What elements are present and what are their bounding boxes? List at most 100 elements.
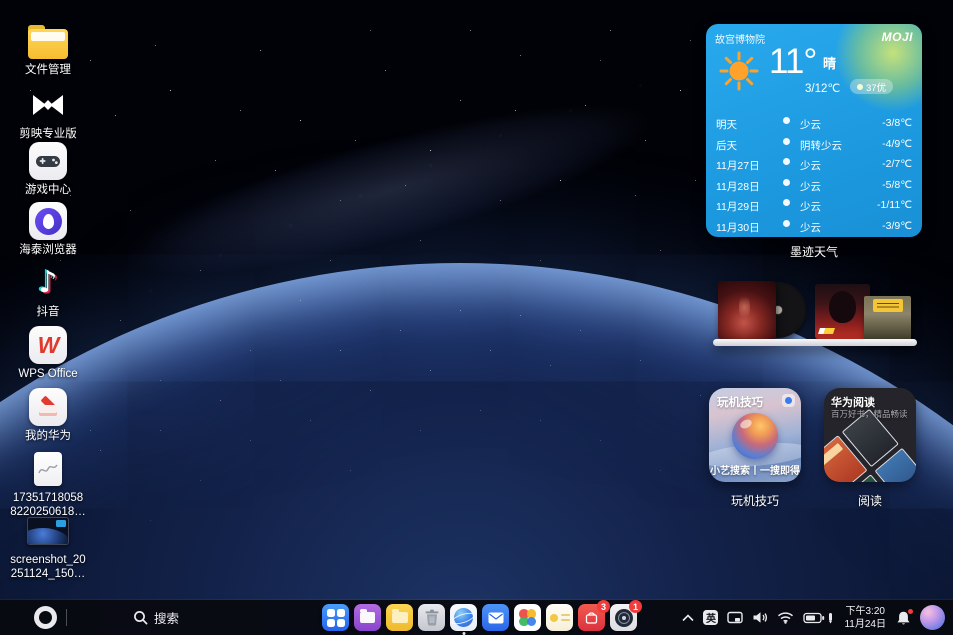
battery-group[interactable] bbox=[803, 612, 834, 624]
forecast-condition: 少云 bbox=[800, 179, 821, 194]
aqi-value: 37优 bbox=[866, 80, 886, 94]
folder-icon bbox=[28, 22, 68, 60]
icon-label: WPS Office bbox=[18, 368, 77, 382]
icon-label: 文件管理 bbox=[25, 64, 71, 78]
dock-browser-icon[interactable] bbox=[450, 604, 477, 631]
star-field bbox=[0, 0, 1, 1]
desktop-icon-game-center[interactable]: 游戏中心 bbox=[9, 142, 87, 198]
huawei-box-icon bbox=[29, 388, 67, 426]
tips-title: 玩机技巧 bbox=[717, 394, 763, 410]
forecast-temps: -3/8℃ bbox=[882, 117, 912, 129]
dock-app-gallery-icon[interactable]: 3 bbox=[578, 604, 605, 631]
stylus-icon bbox=[827, 612, 834, 624]
forecast-day: 明天 bbox=[716, 117, 778, 132]
forecast-row: 11月30日 少云 -3/9℃ bbox=[706, 216, 922, 237]
icon-label: 抖音 bbox=[37, 306, 60, 320]
forecast-condition: 少云 bbox=[800, 158, 821, 173]
search-button[interactable]: 搜索 bbox=[133, 600, 179, 635]
forecast-day: 11月30日 bbox=[716, 220, 778, 235]
forecast-temps: -4/9℃ bbox=[882, 138, 912, 150]
tips-widget[interactable]: 玩机技巧 小艺搜索丨一搜即得 bbox=[709, 388, 801, 482]
dock-email-icon[interactable] bbox=[482, 604, 509, 631]
weather-location: 故宫博物院 bbox=[715, 31, 765, 46]
weather-widget[interactable]: 故宫博物院 MOJI 11° 晴 3/12℃ 37优 明天 少云 -3/8℃ 后… bbox=[706, 24, 922, 237]
reading-app-label: 阅读 bbox=[824, 492, 916, 509]
taskbar: 搜索 3 1 英 bbox=[0, 600, 953, 635]
forecast-temps: -5/8℃ bbox=[882, 179, 912, 191]
forecast-row: 后天 阴转少云 -4/9℃ bbox=[706, 134, 922, 155]
dock-emblem-app-icon[interactable]: 1 bbox=[610, 604, 637, 631]
forecast-day: 11月27日 bbox=[716, 158, 778, 173]
tray-expand-chevron-icon[interactable] bbox=[682, 614, 694, 622]
reading-widget[interactable]: 华为阅读 百万好书，精品畅读 bbox=[824, 388, 916, 482]
forecast-day: 11月28日 bbox=[716, 179, 778, 194]
desktop-icon-my-huawei[interactable]: 我的华为 bbox=[9, 388, 87, 444]
input-method-indicator[interactable]: 英 bbox=[703, 610, 718, 625]
forecast-row: 11月29日 少云 -1/11℃ bbox=[706, 195, 922, 216]
temperature-range: 3/12℃ bbox=[805, 81, 840, 95]
desktop-icon-capcut[interactable]: 剪映专业版 bbox=[9, 86, 87, 142]
douyin-note-icon: ♪ bbox=[38, 264, 57, 302]
celia-sphere-icon bbox=[732, 413, 778, 459]
current-condition: 晴 bbox=[823, 53, 836, 72]
tips-app-label: 玩机技巧 bbox=[709, 492, 801, 509]
screen-share-icon[interactable] bbox=[727, 611, 743, 624]
desktop-icon-data-file[interactable]: 17351718058 8220250618… bbox=[9, 450, 87, 520]
notifications-button[interactable] bbox=[896, 610, 911, 626]
tips-corner-icon bbox=[782, 394, 795, 407]
star-field-bright bbox=[0, 0, 1, 1]
album-cover-portrait bbox=[815, 284, 870, 339]
dock-recycle-bin-icon[interactable] bbox=[418, 604, 445, 631]
desktop-icon-file-manager[interactable]: 文件管理 bbox=[9, 22, 87, 78]
desktop-icon-wps-office[interactable]: W WPS Office bbox=[9, 326, 87, 382]
icon-label: 游戏中心 bbox=[25, 184, 71, 198]
clock[interactable]: 下午3:20 11月24日 bbox=[844, 605, 886, 631]
notification-dot bbox=[908, 609, 913, 614]
forecast-row: 11月28日 少云 -5/8℃ bbox=[706, 175, 922, 196]
dock-notes-icon[interactable] bbox=[546, 604, 573, 631]
date-text: 11月24日 bbox=[844, 618, 886, 631]
current-temperature: 11° bbox=[769, 44, 816, 79]
search-label: 搜索 bbox=[154, 608, 179, 627]
notification-badge: 3 bbox=[597, 600, 610, 613]
launcher-button[interactable] bbox=[34, 606, 57, 629]
desktop-icon-douyin[interactable]: ♪ 抖音 bbox=[9, 264, 87, 320]
desktop-icon-screenshot[interactable]: screenshot_20 251124_150… bbox=[9, 512, 87, 582]
forecast-day: 11月29日 bbox=[716, 199, 778, 214]
wifi-icon[interactable] bbox=[777, 611, 794, 624]
dock-app-market-icon[interactable] bbox=[322, 604, 349, 631]
icon-label: 剪映专业版 bbox=[19, 128, 77, 142]
forecast-row: 明天 少云 -3/8℃ bbox=[706, 113, 922, 134]
forecast-condition: 少云 bbox=[800, 220, 821, 235]
music-widget[interactable] bbox=[710, 268, 920, 352]
system-tray: 英 下午3:20 11月24日 bbox=[682, 600, 945, 635]
dock-gallery-icon[interactable] bbox=[514, 604, 541, 631]
dock-file-manager-icon[interactable] bbox=[386, 604, 413, 631]
notification-badge: 1 bbox=[629, 600, 642, 613]
aqi-badge: 37优 bbox=[850, 79, 893, 94]
forecast-row: 11月27日 少云 -2/7℃ bbox=[706, 154, 922, 175]
forecast-condition: 阴转少云 bbox=[800, 138, 842, 153]
icon-label: screenshot_20 251124_150… bbox=[10, 554, 85, 582]
forecast-temps: -3/9℃ bbox=[882, 220, 912, 232]
aqi-dot-icon bbox=[857, 84, 863, 90]
volume-icon[interactable] bbox=[752, 611, 768, 624]
dock-window-manager-icon[interactable] bbox=[354, 604, 381, 631]
reading-subtitle: 百万好书，精品畅读 bbox=[831, 408, 908, 420]
taskbar-divider bbox=[66, 609, 67, 626]
forecast-condition: 少云 bbox=[800, 117, 821, 132]
browser-logo-icon bbox=[29, 202, 67, 240]
battery-icon bbox=[803, 612, 825, 624]
assistant-sphere-button[interactable] bbox=[920, 605, 945, 630]
desktop-icon-haitai-browser[interactable]: 海泰浏览器 bbox=[9, 202, 87, 258]
moji-logo: MOJI bbox=[882, 30, 913, 44]
screenshot-thumbnail bbox=[27, 512, 69, 550]
forecast-condition: 少云 bbox=[800, 199, 821, 214]
album-cover-classical bbox=[864, 296, 911, 343]
sun-icon bbox=[719, 51, 759, 96]
search-icon bbox=[133, 610, 148, 625]
document-icon bbox=[34, 450, 62, 488]
capcut-icon bbox=[31, 86, 65, 124]
desktop: 文件管理 剪映专业版 游戏中心 海泰浏览器 ♪ 抖音 W WPS Office … bbox=[0, 0, 953, 635]
earth-sparkles bbox=[0, 0, 1, 1]
